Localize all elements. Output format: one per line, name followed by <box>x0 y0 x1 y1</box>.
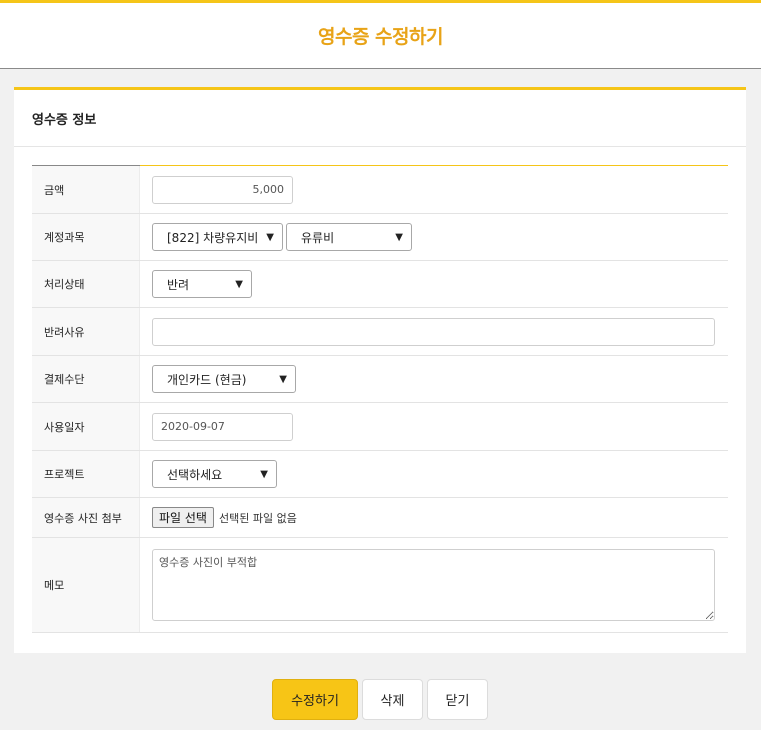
chevron-down-icon: ▼ <box>260 468 268 480</box>
file-status-text: 선택된 파일 없음 <box>218 511 297 525</box>
close-button[interactable]: 닫기 <box>427 679 488 720</box>
sub-account-select[interactable]: 유류비 ▼ <box>286 223 412 251</box>
row-status: 처리상태 반려 ▼ <box>32 261 728 308</box>
date-input[interactable] <box>152 412 293 441</box>
chevron-down-icon: ▼ <box>266 231 274 243</box>
row-attach: 영수증 사진 첨부 파일 선택 선택된 파일 없음 <box>32 498 728 538</box>
receipt-info-card: 영수증 정보 금액 계정과목 [822] 차량유지비 ▼ 유류비 ▼ <box>14 87 746 653</box>
amount-label: 금액 <box>32 166 140 213</box>
project-select[interactable]: 선택하세요 ▼ <box>152 460 277 488</box>
row-date: 사용일자 <box>32 403 728 451</box>
date-label: 사용일자 <box>32 403 140 450</box>
row-memo: 메모 영수증 사진이 부적합 <box>32 538 728 633</box>
page-header: 영수증 수정하기 <box>0 0 761 69</box>
receipt-form: 금액 계정과목 [822] 차량유지비 ▼ 유류비 ▼ 처리상태 <box>32 165 728 633</box>
section-title: 영수증 정보 <box>32 112 97 128</box>
account-select-value: [822] 차량유지비 <box>167 230 259 245</box>
row-account: 계정과목 [822] 차량유지비 ▼ 유류비 ▼ <box>32 214 728 261</box>
memo-textarea[interactable]: 영수증 사진이 부적합 <box>152 549 715 621</box>
amount-input[interactable] <box>152 175 293 204</box>
save-button[interactable]: 수정하기 <box>272 679 358 720</box>
payment-select[interactable]: 개인카드 (현금) ▼ <box>152 365 296 393</box>
attach-label: 영수증 사진 첨부 <box>32 498 140 537</box>
payment-label: 결제수단 <box>32 356 140 402</box>
row-payment: 결제수단 개인카드 (현금) ▼ <box>32 356 728 403</box>
project-select-value: 선택하세요 <box>167 467 223 482</box>
payment-select-value: 개인카드 (현금) <box>167 372 247 387</box>
chevron-down-icon: ▼ <box>279 373 287 385</box>
status-label: 처리상태 <box>32 261 140 307</box>
chevron-down-icon: ▼ <box>395 231 403 243</box>
status-select[interactable]: 반려 ▼ <box>152 270 252 298</box>
account-select[interactable]: [822] 차량유지비 ▼ <box>152 223 283 251</box>
account-label: 계정과목 <box>32 214 140 260</box>
section-header: 영수증 정보 <box>14 90 746 147</box>
action-buttons: 수정하기 삭제 닫기 <box>272 679 488 720</box>
delete-button[interactable]: 삭제 <box>362 679 423 720</box>
file-select-button[interactable]: 파일 선택 <box>152 507 214 528</box>
row-project: 프로젝트 선택하세요 ▼ <box>32 451 728 498</box>
sub-account-select-value: 유류비 <box>301 230 335 245</box>
project-label: 프로젝트 <box>32 451 140 497</box>
status-select-value: 반려 <box>167 277 190 292</box>
page-title: 영수증 수정하기 <box>318 26 443 48</box>
row-reject-reason: 반려사유 <box>32 308 728 356</box>
reject-reason-input[interactable] <box>152 317 715 346</box>
memo-label: 메모 <box>32 538 140 632</box>
row-amount: 금액 <box>32 166 728 214</box>
chevron-down-icon: ▼ <box>235 278 243 290</box>
reject-reason-label: 반려사유 <box>32 308 140 355</box>
